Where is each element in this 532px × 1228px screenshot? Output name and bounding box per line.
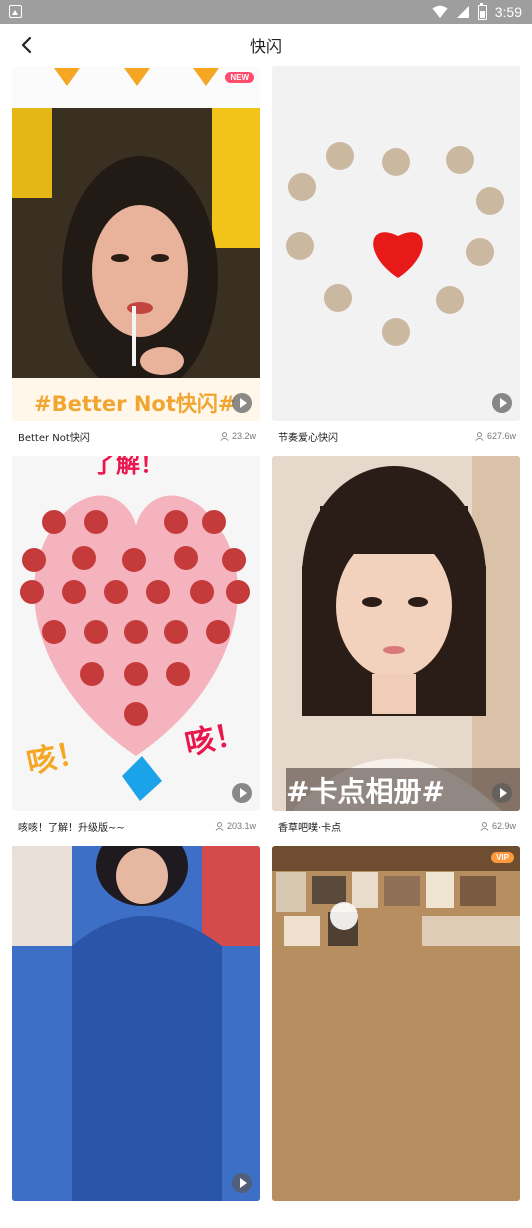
card-title: 咳咳！了解！升级版~~ [18,822,125,834]
portrait-photo [12,846,260,1201]
card-title: Better Not快闪 [18,432,90,444]
overlay-text: #卡点相册# [286,768,520,811]
back-button[interactable] [12,30,40,60]
user-icon [215,821,224,831]
user-icon [220,431,229,441]
user-icon [475,431,484,441]
view-count: 23.2w [220,431,256,441]
card-title: 香草吧噗·卡点 [278,822,342,834]
app-bar: 快闪 [0,24,532,66]
play-icon[interactable] [492,783,512,803]
card-meta: 咳咳！了解！升级版~~ 203.1w [12,814,260,838]
photo-wall [272,846,520,1201]
play-icon[interactable] [492,393,512,413]
template-thumbnail[interactable]: 了解！ 咳！ 咳！ [12,456,260,811]
play-icon[interactable] [232,783,252,803]
card-meta: 节奏爱心快闪 627.6w [272,424,520,448]
portrait-photo [272,456,520,811]
view-count-value: 203.1w [226,821,256,831]
template-thumbnail[interactable]: VIP [272,846,520,1201]
wifi-icon [432,5,448,18]
vip-badge: VIP [491,852,514,863]
template-thumbnail[interactable]: #卡点相册# [272,456,520,811]
signal-icon [456,6,469,18]
view-count: 203.1w [215,821,256,831]
card-meta: Better Not快闪 23.2w [12,424,260,448]
template-thumbnail[interactable] [12,846,260,1201]
view-count-value: 627.6w [486,431,516,441]
status-icons: 3:59 [432,0,522,24]
play-icon[interactable] [232,393,252,413]
card-meta: 香草吧噗·卡点 62.9w [272,814,520,838]
page-title: 快闪 [249,37,282,56]
card-meta [12,1204,260,1228]
user-icon [480,821,489,831]
overlay-text-top: 了解！ [92,456,164,478]
heart-collage [286,142,504,346]
new-badge: NEW [225,72,254,83]
chevron-left-icon [21,36,32,54]
template-thumbnail[interactable] [272,66,520,421]
view-count-value: 62.9w [491,821,516,831]
card-title: 节奏爱心快闪 [278,432,338,444]
status-bar: 3:59 [0,0,532,24]
overlay-text: #Better Not快闪# [34,392,236,416]
card-meta [272,1204,520,1228]
status-time: 3:59 [494,4,522,20]
play-icon[interactable] [232,1173,252,1193]
view-count: 627.6w [475,431,516,441]
template-thumbnail[interactable]: NEW #Better Not快闪# [12,66,260,421]
app-notification-icon [9,5,22,18]
portrait-photo [12,66,260,421]
view-count-value: 23.2w [231,431,256,441]
battery-icon [477,2,487,20]
view-count: 62.9w [480,821,516,831]
